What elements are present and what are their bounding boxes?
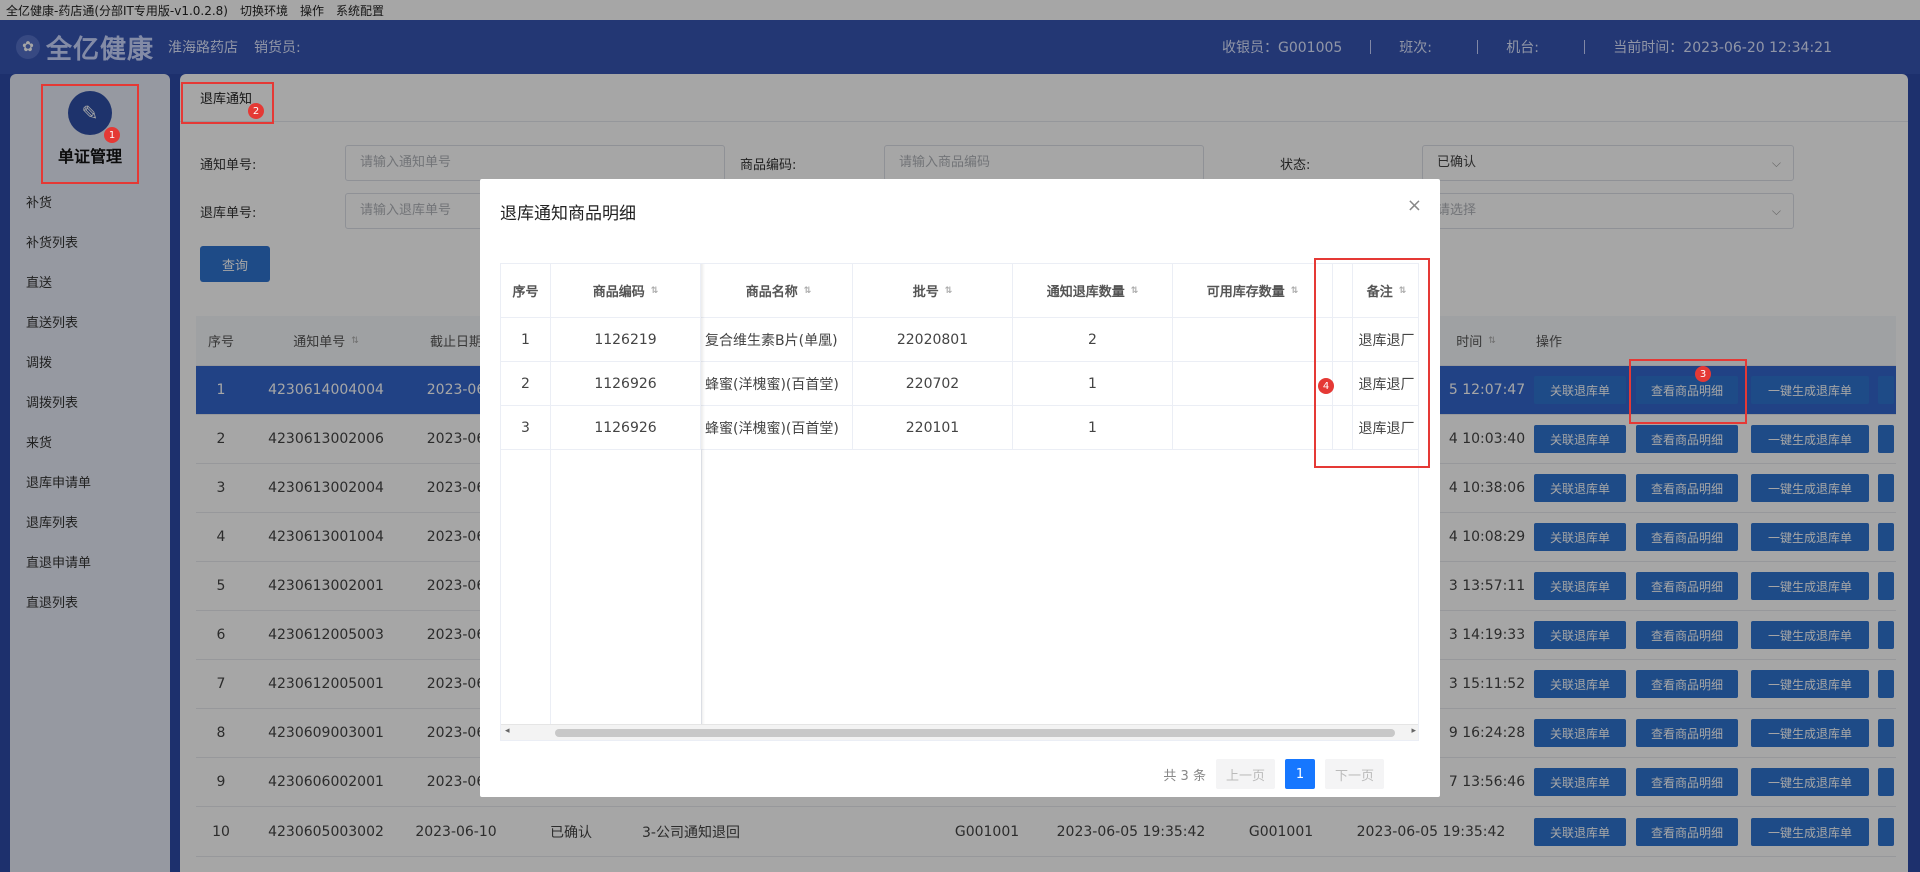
page-1-button[interactable]: 1 [1284, 759, 1315, 789]
prev-page-button[interactable]: 上一页 [1215, 759, 1275, 789]
annotation-badge-2: 2 [248, 103, 264, 119]
dcell-notice-qty: 1 [1013, 362, 1173, 405]
dcol-stock-qty-label: 可用库存数量 [1206, 285, 1285, 300]
annotation-box-1 [41, 84, 139, 184]
fixed-column-divider [550, 450, 551, 726]
detail-table: 序号 商品编码 ⇅ 商品名称 ⇅ 批号 ⇅ 通知退库数量 ⇅ 可用库存数量 ⇅ 备注 ⇅ 1… [500, 263, 1419, 741]
sort-icon: ⇅ [803, 285, 812, 296]
dcell-stock-qty [1173, 362, 1333, 405]
dcol-batch-label: 批号 [912, 285, 939, 300]
next-page-button[interactable]: 下一页 [1324, 759, 1384, 789]
dcol-index: 序号 [501, 264, 551, 317]
dcell-index: 3 [501, 406, 551, 449]
scrollbar-thumb[interactable] [555, 729, 1395, 737]
dcell-index: 2 [501, 362, 551, 405]
dcell-stock-qty [1173, 406, 1333, 449]
sort-icon: ⇅ [944, 285, 953, 296]
dcell-name: 蜂蜜(洋槐蜜)(百首堂) [705, 362, 853, 405]
product-detail-dialog: 退库通知商品明细 × 序号 商品编码 ⇅ 商品名称 ⇅ 批号 ⇅ 通知退库数量 ⇅ 可用… [480, 179, 1440, 797]
fixed-column-shadow [701, 264, 705, 726]
detail-row: 1 1126219 复合维生素B片(单凰) 22020801 2 退库退厂 [501, 318, 1418, 362]
detail-row: 3 1126926 蜂蜜(洋槐蜜)(百首堂) 220101 1 退库退厂 [501, 406, 1418, 450]
dcell-code: 1126926 [551, 406, 701, 449]
dcell-batch: 220702 [853, 362, 1013, 405]
total-count: 共 3 条 [1163, 768, 1206, 784]
sort-icon: ⇅ [1290, 285, 1299, 296]
sort-icon: ⇅ [650, 285, 659, 296]
dcell-stock-qty [1173, 318, 1333, 361]
dcol-code[interactable]: 商品编码 ⇅ [551, 264, 701, 317]
dcell-batch: 22020801 [853, 318, 1013, 361]
sort-icon: ⇅ [1130, 285, 1139, 296]
annotation-badge-4: 4 [1318, 378, 1334, 394]
horizontal-scrollbar[interactable]: ◂ ▸ [501, 724, 1418, 740]
dialog-title: 退库通知商品明细 [500, 204, 636, 224]
dcell-code: 1126219 [551, 318, 701, 361]
dcell-notice-qty: 1 [1013, 406, 1173, 449]
dcell-index: 1 [501, 318, 551, 361]
scroll-right-icon[interactable]: ▸ [1411, 726, 1416, 736]
annotation-box-3 [1629, 359, 1747, 424]
dcol-notice-qty-label: 通知退库数量 [1046, 285, 1125, 300]
annotation-badge-3: 3 [1695, 366, 1711, 382]
annotation-box-4 [1314, 258, 1430, 468]
dcell-notice-qty: 2 [1013, 318, 1173, 361]
dcol-notice-qty[interactable]: 通知退库数量 ⇅ [1013, 264, 1173, 317]
dcol-name-label: 商品名称 [745, 285, 798, 300]
detail-header: 序号 商品编码 ⇅ 商品名称 ⇅ 批号 ⇅ 通知退库数量 ⇅ 可用库存数量 ⇅ 备注 ⇅ [501, 264, 1418, 318]
dcol-batch[interactable]: 批号 ⇅ [853, 264, 1013, 317]
pagination: 共 3 条 上一页 1 下一页 [1163, 759, 1384, 789]
dcell-batch: 220101 [853, 406, 1013, 449]
annotation-badge-1: 1 [104, 127, 120, 143]
dcell-code: 1126926 [551, 362, 701, 405]
scroll-left-icon[interactable]: ◂ [505, 726, 510, 736]
dcol-stock-qty[interactable]: 可用库存数量 ⇅ [1173, 264, 1333, 317]
dcol-code-label: 商品编码 [592, 285, 645, 300]
detail-row: 2 1126926 蜂蜜(洋槐蜜)(百首堂) 220702 1 退库退厂 [501, 362, 1418, 406]
close-icon[interactable]: × [1407, 195, 1422, 216]
dcell-name: 蜂蜜(洋槐蜜)(百首堂) [705, 406, 853, 449]
dcell-name: 复合维生素B片(单凰) [705, 318, 853, 361]
dcol-name[interactable]: 商品名称 ⇅ [705, 264, 853, 317]
